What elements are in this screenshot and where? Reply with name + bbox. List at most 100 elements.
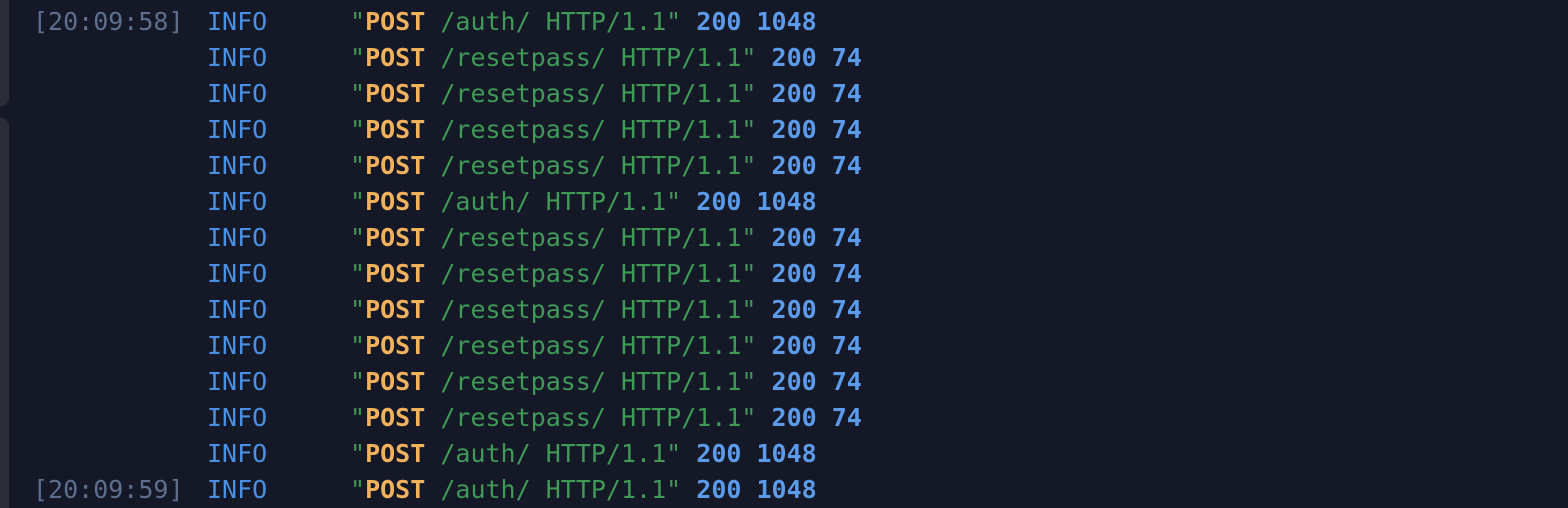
log-output: [20:09:58] INFO "POST /auth/ HTTP/1.1" 2… [0, 4, 1568, 508]
response-size: 74 [831, 403, 862, 432]
response-size: 74 [831, 331, 862, 360]
log-line: INFO "POST /resetpass/ HTTP/1.1" 200 74 [0, 328, 1568, 364]
log-level: INFO [207, 439, 268, 468]
request-path: /auth/ [440, 439, 531, 468]
http-protocol: HTTP/1.1 [545, 439, 667, 468]
http-method: POST [365, 259, 426, 288]
log-request: "POST /resetpass/ HTTP/1.1" 200 74 [350, 331, 862, 360]
log-request: "POST /auth/ HTTP/1.1" 200 1048 [350, 7, 817, 36]
log-request: "POST /resetpass/ HTTP/1.1" 200 74 [350, 367, 862, 396]
log-line: INFO "POST /resetpass/ HTTP/1.1" 200 74 [0, 292, 1568, 328]
request-path: /resetpass/ [440, 223, 606, 252]
response-size: 1048 [756, 475, 817, 504]
http-protocol: HTTP/1.1 [620, 151, 742, 180]
log-request: "POST /resetpass/ HTTP/1.1" 200 74 [350, 43, 862, 72]
status-code: 200 [696, 7, 742, 36]
request-path: /auth/ [440, 187, 531, 216]
http-method: POST [365, 475, 426, 504]
status-code: 200 [771, 259, 817, 288]
log-request: "POST /resetpass/ HTTP/1.1" 200 74 [350, 295, 862, 324]
log-level: INFO [207, 403, 268, 432]
log-level: INFO [207, 331, 268, 360]
http-protocol: HTTP/1.1 [620, 259, 742, 288]
response-size: 1048 [756, 187, 817, 216]
request-path: /resetpass/ [440, 43, 606, 72]
terminal-window[interactable]: [20:09:58] INFO "POST /auth/ HTTP/1.1" 2… [0, 0, 1568, 508]
request-path: /resetpass/ [440, 403, 606, 432]
log-request: "POST /resetpass/ HTTP/1.1" 200 74 [350, 151, 862, 180]
request-path: /auth/ [440, 7, 531, 36]
log-request: "POST /auth/ HTTP/1.1" 200 1048 [350, 439, 817, 468]
http-method: POST [365, 187, 426, 216]
status-code: 200 [771, 367, 817, 396]
log-request: "POST /resetpass/ HTTP/1.1" 200 74 [350, 115, 862, 144]
request-path: /resetpass/ [440, 331, 606, 360]
log-line: INFO "POST /resetpass/ HTTP/1.1" 200 74 [0, 148, 1568, 184]
status-code: 200 [771, 151, 817, 180]
response-size: 1048 [756, 439, 817, 468]
http-protocol: HTTP/1.1 [545, 187, 667, 216]
http-protocol: HTTP/1.1 [620, 331, 742, 360]
response-size: 74 [831, 259, 862, 288]
http-method: POST [365, 403, 426, 432]
log-timestamp: [20:09:59] [33, 475, 184, 504]
http-method: POST [365, 7, 426, 36]
log-level: INFO [207, 259, 268, 288]
log-line: [20:09:59] INFO "POST /auth/ HTTP/1.1" 2… [0, 472, 1568, 508]
log-line: INFO "POST /auth/ HTTP/1.1" 200 1048 [0, 184, 1568, 220]
request-path: /resetpass/ [440, 79, 606, 108]
log-level: INFO [207, 187, 268, 216]
http-protocol: HTTP/1.1 [620, 367, 742, 396]
status-code: 200 [771, 223, 817, 252]
log-request: "POST /resetpass/ HTTP/1.1" 200 74 [350, 79, 862, 108]
http-method: POST [365, 367, 426, 396]
log-line: [20:09:58] INFO "POST /auth/ HTTP/1.1" 2… [0, 4, 1568, 40]
status-code: 200 [771, 403, 817, 432]
http-method: POST [365, 151, 426, 180]
http-protocol: HTTP/1.1 [620, 223, 742, 252]
http-protocol: HTTP/1.1 [620, 79, 742, 108]
log-line: INFO "POST /resetpass/ HTTP/1.1" 200 74 [0, 76, 1568, 112]
http-protocol: HTTP/1.1 [545, 475, 667, 504]
status-code: 200 [696, 439, 742, 468]
response-size: 74 [831, 151, 862, 180]
log-level: INFO [207, 79, 268, 108]
status-code: 200 [771, 79, 817, 108]
response-size: 74 [831, 79, 862, 108]
log-line: INFO "POST /resetpass/ HTTP/1.1" 200 74 [0, 364, 1568, 400]
status-code: 200 [696, 475, 742, 504]
log-line: INFO "POST /auth/ HTTP/1.1" 200 1048 [0, 436, 1568, 472]
response-size: 74 [831, 367, 862, 396]
response-size: 74 [831, 295, 862, 324]
request-path: /resetpass/ [440, 151, 606, 180]
log-line: INFO "POST /resetpass/ HTTP/1.1" 200 74 [0, 400, 1568, 436]
log-line: INFO "POST /resetpass/ HTTP/1.1" 200 74 [0, 256, 1568, 292]
log-level: INFO [207, 43, 268, 72]
request-path: /resetpass/ [440, 295, 606, 324]
http-protocol: HTTP/1.1 [620, 43, 742, 72]
status-code: 200 [771, 115, 817, 144]
http-protocol: HTTP/1.1 [620, 295, 742, 324]
log-timestamp: [20:09:58] [33, 7, 184, 36]
http-method: POST [365, 223, 426, 252]
log-request: "POST /resetpass/ HTTP/1.1" 200 74 [350, 403, 862, 432]
log-level: INFO [207, 223, 268, 252]
http-method: POST [365, 331, 426, 360]
status-code: 200 [771, 295, 817, 324]
request-path: /resetpass/ [440, 367, 606, 396]
http-method: POST [365, 79, 426, 108]
http-protocol: HTTP/1.1 [620, 403, 742, 432]
log-level: INFO [207, 7, 268, 36]
log-level: INFO [207, 295, 268, 324]
request-path: /resetpass/ [440, 115, 606, 144]
response-size: 74 [831, 43, 862, 72]
http-protocol: HTTP/1.1 [620, 115, 742, 144]
status-code: 200 [771, 43, 817, 72]
log-line: INFO "POST /resetpass/ HTTP/1.1" 200 74 [0, 40, 1568, 76]
status-code: 200 [771, 331, 817, 360]
request-path: /auth/ [440, 475, 531, 504]
log-level: INFO [207, 475, 268, 504]
request-path: /resetpass/ [440, 259, 606, 288]
log-line: INFO "POST /resetpass/ HTTP/1.1" 200 74 [0, 112, 1568, 148]
http-method: POST [365, 439, 426, 468]
